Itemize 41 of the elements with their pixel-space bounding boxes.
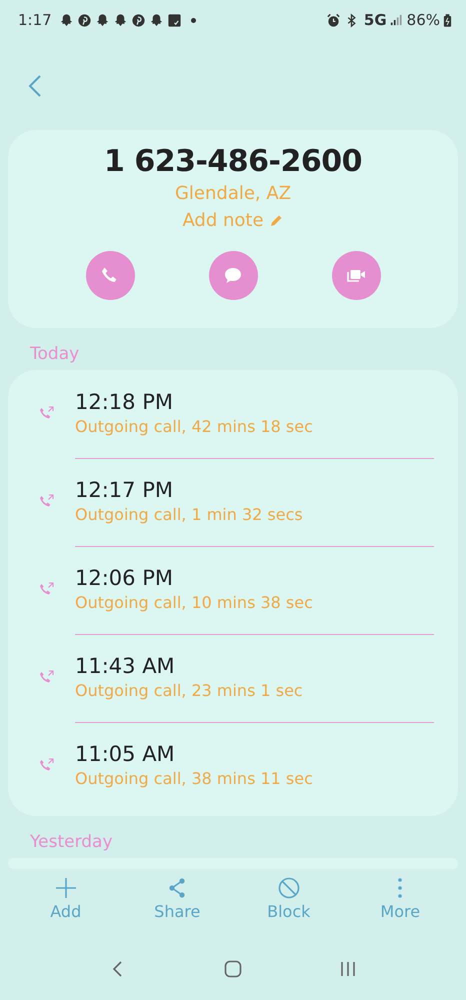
- network-type: 5G: [364, 11, 387, 29]
- call-detail: Outgoing call, 10 mins 38 sec: [75, 593, 314, 612]
- message-button[interactable]: [208, 251, 258, 300]
- video-call-button[interactable]: [332, 251, 380, 300]
- ghost-icon: [112, 12, 128, 28]
- call-detail: Outgoing call, 42 mins 18 sec: [75, 417, 314, 436]
- battery-percent: 86%: [406, 11, 440, 29]
- call-time: 11:43 AM: [75, 654, 176, 678]
- phone-number: 1 623-486-2600: [104, 144, 362, 179]
- call-time: 12:06 PM: [75, 566, 174, 590]
- battery-icon: [443, 12, 452, 28]
- more-button[interactable]: More: [360, 876, 440, 938]
- signal-icon: [390, 14, 402, 26]
- call-button[interactable]: [86, 251, 134, 300]
- call-detail: Outgoing call, 23 mins 1 sec: [75, 681, 304, 700]
- ghost-icon: [94, 12, 110, 28]
- pin-icon: [76, 12, 92, 28]
- block-icon: [276, 876, 301, 900]
- ghost-icon: [148, 12, 164, 28]
- block-button[interactable]: Block: [248, 876, 329, 938]
- more-notifications-icon: [190, 18, 196, 22]
- location: Glendale, AZ: [174, 183, 292, 204]
- ghost-icon: [58, 12, 74, 28]
- calendar-icon: [166, 12, 182, 28]
- status-time: 1:17: [18, 11, 52, 29]
- more-icon: [398, 876, 402, 900]
- alarm-icon: [326, 12, 341, 28]
- section-header: Yesterday: [29, 831, 114, 854]
- call-detail: Outgoing call, 1 min 32 secs: [75, 505, 304, 524]
- call-time: 12:18 PM: [75, 390, 174, 414]
- add-button[interactable]: Add: [26, 876, 106, 938]
- section-header: Today: [29, 343, 80, 366]
- call-time: 11:05 AM: [75, 742, 176, 766]
- add-note-button[interactable]: Add note: [182, 210, 284, 231]
- recents-nav-icon[interactable]: [338, 959, 358, 979]
- pin-icon: [130, 12, 146, 28]
- share-button[interactable]: Share: [137, 876, 218, 938]
- plus-icon: [54, 876, 78, 900]
- call-detail: Outgoing call, 38 mins 11 sec: [75, 769, 314, 788]
- home-nav-icon[interactable]: [223, 959, 243, 979]
- call-time: 12:17 PM: [75, 478, 174, 502]
